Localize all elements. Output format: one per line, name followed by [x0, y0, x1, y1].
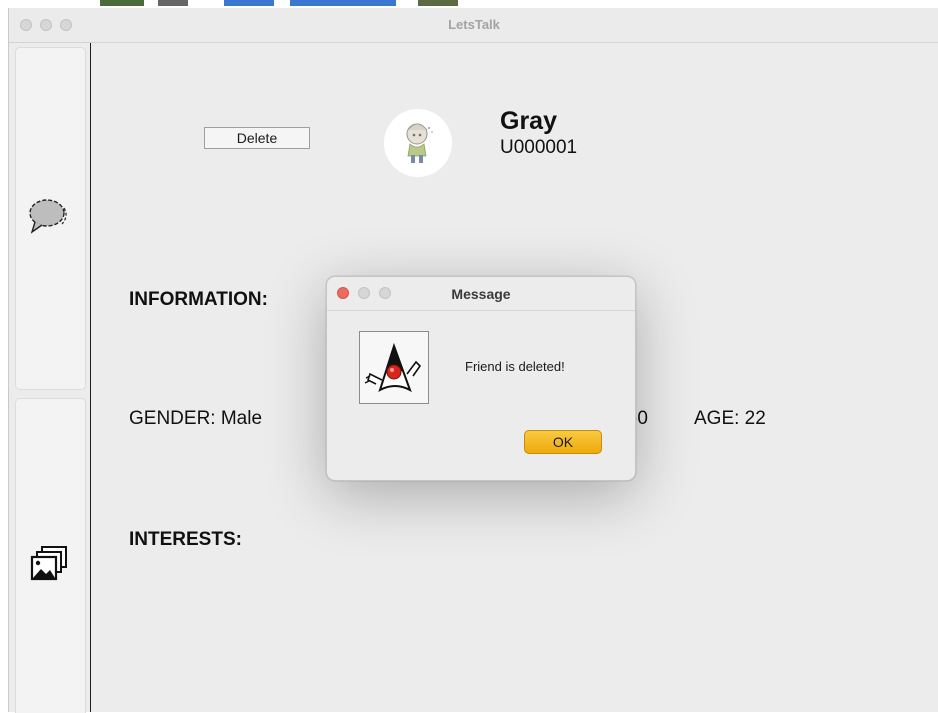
- message-dialog: Message Friend is deleted! OK: [326, 276, 636, 481]
- desktop-thumbnail: [290, 0, 396, 6]
- dialog-title: Message: [451, 286, 511, 302]
- desktop-thumbnail: [224, 0, 274, 6]
- sidebar-item-chat[interactable]: [15, 47, 86, 390]
- dialog-message: Friend is deleted!: [465, 359, 565, 374]
- sidebar-item-gallery[interactable]: [15, 398, 86, 713]
- desktop-thumbnail: [158, 0, 188, 6]
- interests-heading: INTERESTS:: [129, 529, 242, 550]
- chat-bubble-icon: [29, 199, 67, 234]
- user-name: Gray: [500, 107, 557, 135]
- dialog-titlebar[interactable]: Message: [327, 277, 635, 311]
- desktop-thumbnail: [418, 0, 458, 6]
- window-title: LetsTalk: [448, 17, 500, 32]
- java-duke-icon: [359, 331, 429, 404]
- window-titlebar[interactable]: LetsTalk: [9, 8, 938, 43]
- image-gallery-icon: [30, 546, 67, 581]
- information-heading: INFORMATION:: [129, 289, 268, 310]
- ok-button[interactable]: OK: [524, 430, 602, 454]
- avatar-image: [406, 123, 433, 163]
- user-id: U000001: [500, 137, 578, 158]
- avatar: [384, 109, 452, 177]
- age-text: AGE: 22: [694, 408, 766, 429]
- sidebar: [9, 43, 91, 713]
- gender-text: GENDER: Male: [129, 408, 263, 429]
- delete-friend-button[interactable]: Delete: [204, 127, 310, 149]
- desktop-thumbnail: [100, 0, 144, 6]
